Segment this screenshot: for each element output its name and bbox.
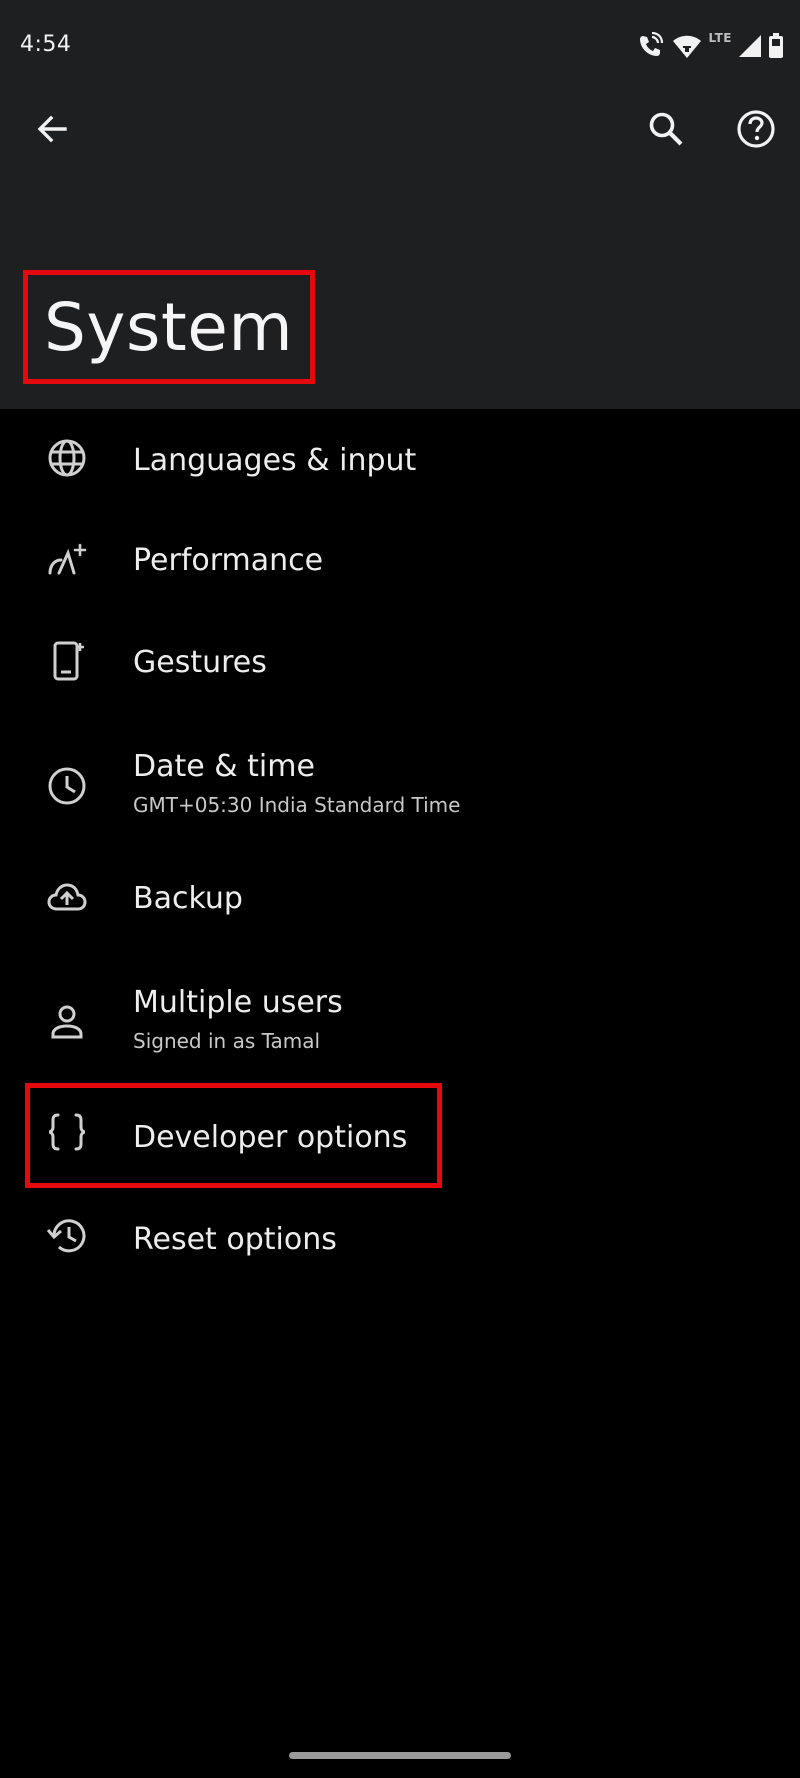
- search-icon: [649, 112, 683, 146]
- status-time: 4:54: [20, 32, 72, 57]
- user-icon: [43, 998, 91, 1046]
- network-type: LTE: [708, 31, 732, 45]
- wifi-calling-icon: [636, 32, 666, 60]
- settings-item-date-time[interactable]: Date & time GMT+05:30 India Standard Tim…: [0, 717, 800, 847]
- history-icon: [43, 1212, 91, 1260]
- gestures-icon: [43, 637, 91, 685]
- clock-icon: [43, 762, 91, 810]
- search-button[interactable]: [634, 97, 698, 161]
- settings-item-multiple-users[interactable]: Multiple users Signed in as Tamal: [0, 953, 800, 1083]
- wifi-icon: [672, 33, 702, 59]
- performance-icon: [43, 535, 91, 583]
- settings-item-performance[interactable]: Performance: [0, 513, 800, 613]
- settings-item-title: Date & time: [133, 749, 315, 784]
- gesture-nav-handle[interactable]: [289, 1752, 511, 1759]
- settings-item-title: Multiple users: [133, 985, 343, 1020]
- back-button[interactable]: [20, 97, 84, 161]
- settings-item-reset-options[interactable]: Reset options: [0, 1190, 800, 1290]
- status-icons: LTE: [636, 30, 784, 62]
- settings-item-title: Backup: [133, 881, 243, 916]
- cloud-upload-icon: [43, 873, 91, 921]
- signal-icon: [738, 34, 762, 58]
- settings-item-title: Reset options: [133, 1222, 337, 1257]
- settings-item-backup[interactable]: Backup: [0, 851, 800, 951]
- arrow-left-icon: [37, 115, 67, 143]
- settings-item-languages[interactable]: Languages & input: [0, 411, 800, 511]
- app-header: 4:54 LTE System: [0, 0, 800, 409]
- help-circle-icon: [737, 110, 775, 148]
- battery-icon: [768, 33, 784, 59]
- globe-icon: [43, 434, 91, 482]
- help-button[interactable]: [724, 97, 788, 161]
- settings-item-title: Performance: [133, 543, 324, 578]
- settings-item-title: Gestures: [133, 645, 267, 680]
- highlight-box: [23, 270, 315, 384]
- highlight-box: [25, 1083, 442, 1188]
- status-bar: 4:54 LTE: [0, 0, 800, 90]
- settings-item-gestures[interactable]: Gestures: [0, 615, 800, 715]
- settings-item-subtitle: Signed in as Tamal: [133, 1029, 321, 1053]
- settings-item-subtitle: GMT+05:30 India Standard Time: [133, 793, 461, 817]
- settings-item-title: Languages & input: [133, 443, 417, 478]
